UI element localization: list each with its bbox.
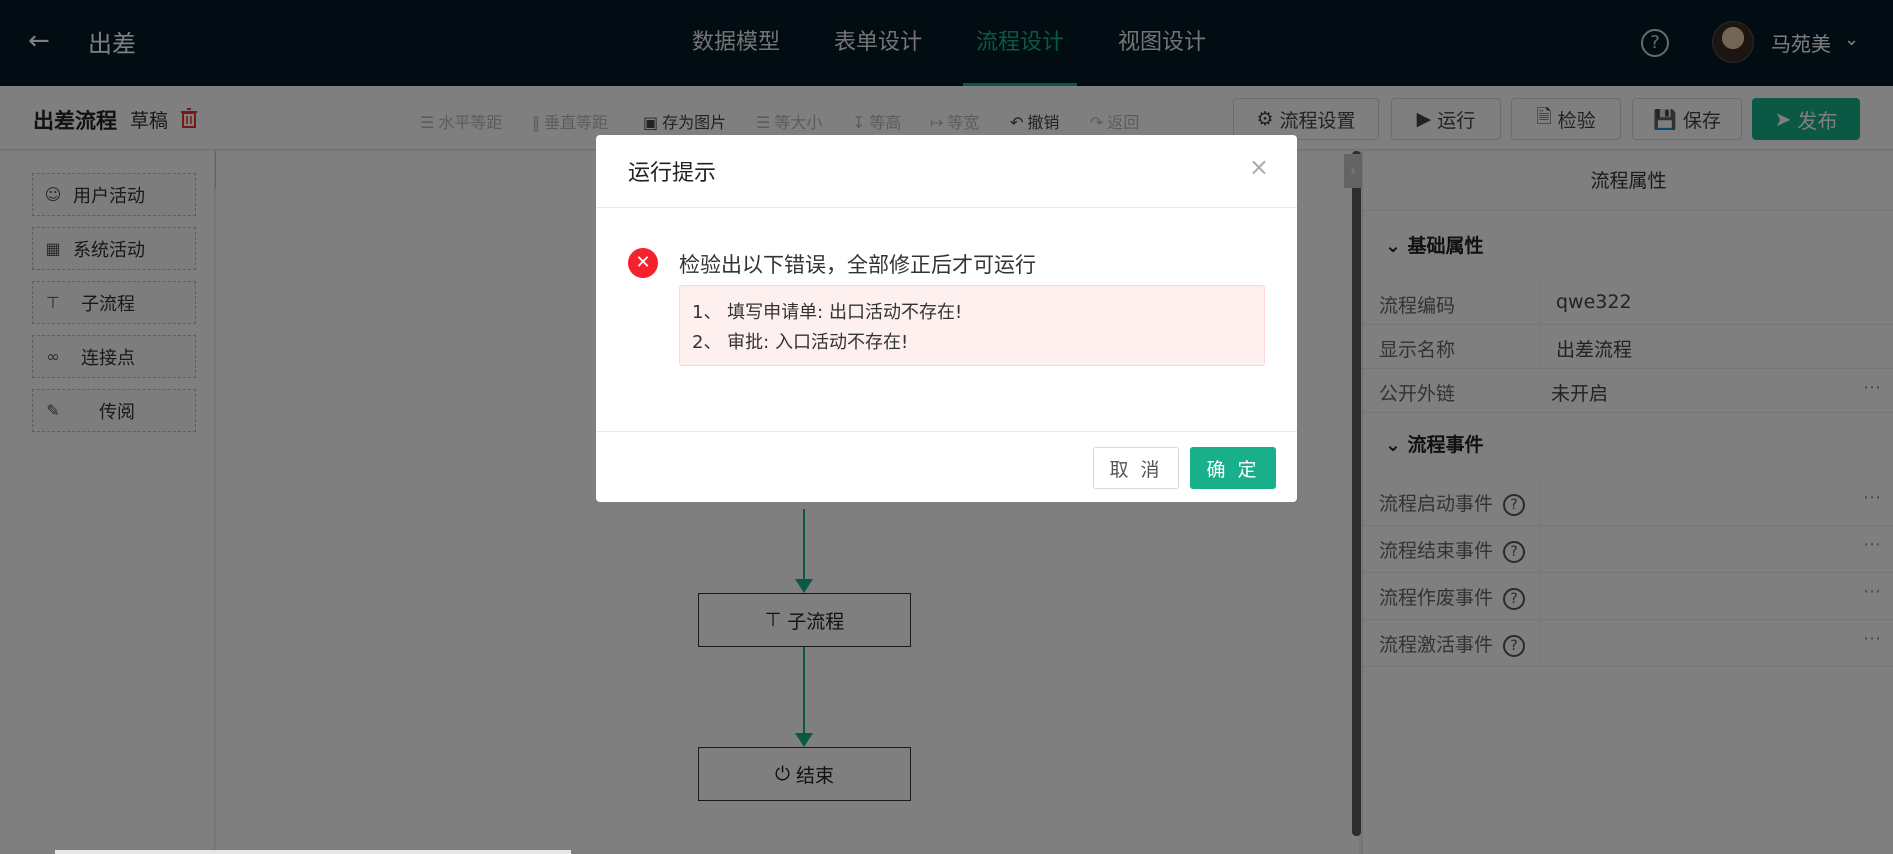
error-title: 检验出以下错误，全部修正后才可运行 (679, 253, 1036, 277)
close-icon[interactable]: × (1249, 153, 1269, 181)
ok-button[interactable]: 确 定 (1190, 447, 1276, 489)
error-icon: ✕ (628, 248, 658, 278)
error-list: 1、 填写申请单: 出口活动不存在! 2、 审批: 入口活动不存在! (679, 285, 1265, 366)
cancel-button[interactable]: 取 消 (1093, 447, 1179, 489)
error-item: 1、 填写申请单: 出口活动不存在! (692, 302, 963, 323)
run-tip-dialog: 运行提示 × ✕ 检验出以下错误，全部修正后才可运行 1、 填写申请单: 出口活… (596, 135, 1297, 502)
horizontal-scrollbar (55, 850, 571, 854)
dialog-title: 运行提示 (628, 161, 717, 186)
error-item: 2、 审批: 入口活动不存在! (692, 332, 909, 353)
